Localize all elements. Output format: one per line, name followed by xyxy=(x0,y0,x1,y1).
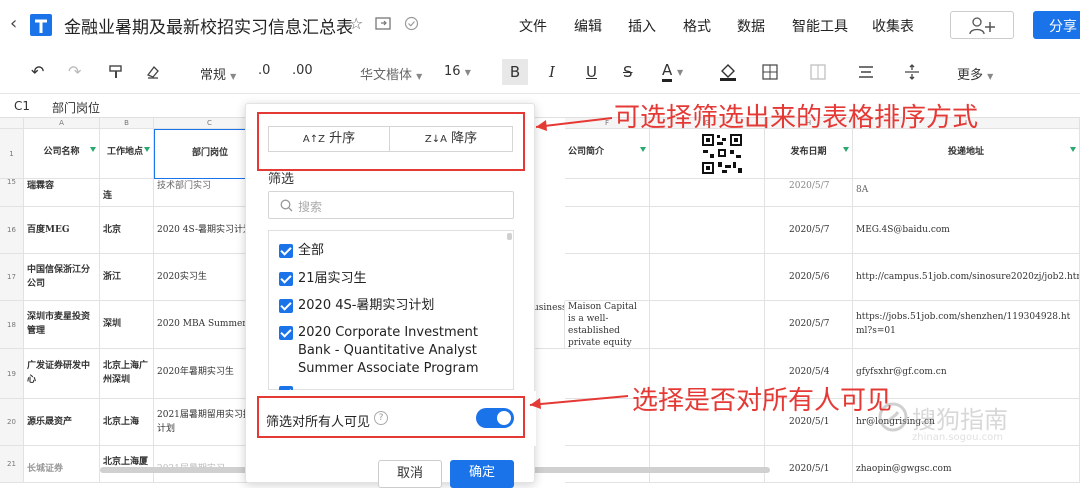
visibility-annotation-text: 选择是否对所有人可见 xyxy=(632,386,893,416)
sort-annotation-text: 可选择筛选出来的表格排序方式 xyxy=(614,103,979,133)
annotation-arrows xyxy=(529,117,629,409)
